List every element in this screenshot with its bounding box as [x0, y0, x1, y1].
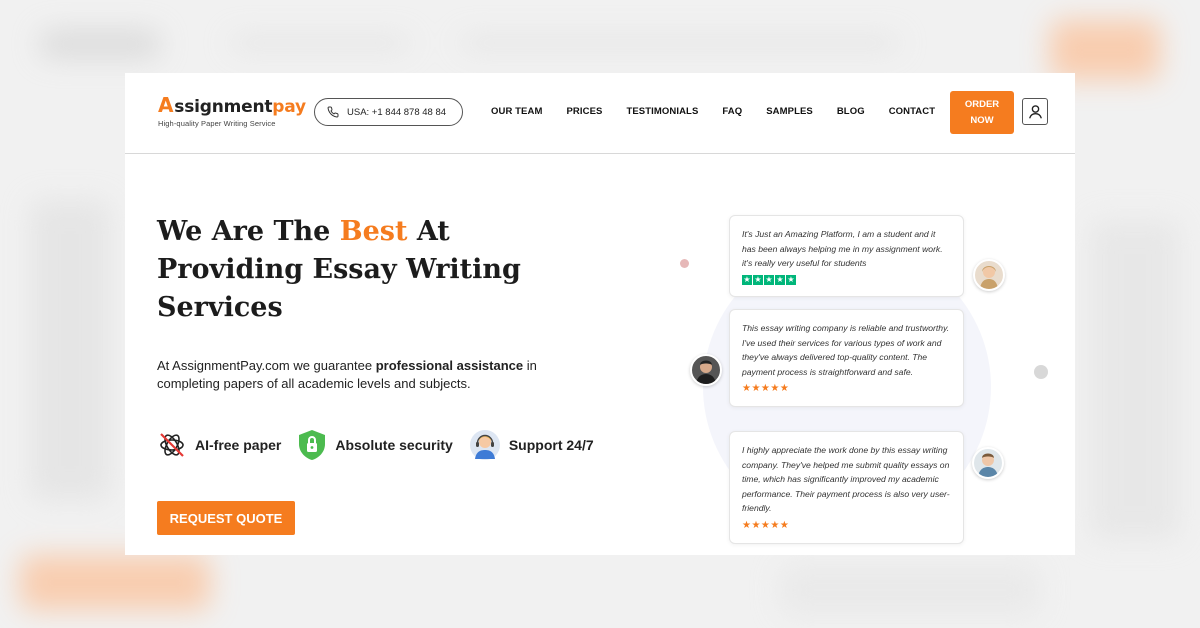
- star-icon: ★: [753, 274, 763, 285]
- decor-dot: [1034, 365, 1048, 379]
- hero-title-part1: We Are The: [157, 216, 340, 247]
- avatar: [690, 354, 722, 386]
- rating-stars: ★★★★★: [742, 519, 790, 531]
- star-icon: ★: [764, 274, 774, 285]
- main-nav: OUR TEAM PRICES TESTIMONIALS FAQ SAMPLES…: [491, 106, 935, 117]
- feature-support: Support 24/7: [469, 429, 594, 461]
- avatar: [973, 259, 1005, 291]
- nav-prices[interactable]: PRICES: [566, 106, 602, 117]
- feature-list: AI-free paper Absolute security Support …: [157, 429, 610, 461]
- feature-security: Absolute security: [297, 429, 453, 461]
- star-icon: ★: [786, 274, 796, 285]
- phone-icon: [327, 106, 339, 118]
- testimonial-card: It's Just an Amazing Platform, I am a st…: [729, 215, 964, 297]
- logo-text: ssignment: [174, 97, 273, 117]
- nav-blog[interactable]: BLOG: [837, 106, 865, 117]
- phone-number-text: USA: +1 844 878 48 84: [347, 106, 447, 118]
- nav-faq[interactable]: FAQ: [722, 106, 742, 117]
- nav-testimonials[interactable]: TESTIMONIALS: [626, 106, 698, 117]
- logo-wordmark: Assignment pay: [158, 93, 306, 117]
- decor-dot: [680, 259, 689, 268]
- nav-samples[interactable]: SAMPLES: [766, 106, 813, 117]
- hero-title-accent: Best: [339, 216, 408, 247]
- order-now-line1: ORDER: [964, 98, 1000, 110]
- avatar: [972, 447, 1004, 479]
- site-logo[interactable]: Assignment pay High-quality Paper Writing…: [158, 93, 306, 128]
- hero-desc-part1: At AssignmentPay.com we guarantee: [157, 358, 376, 373]
- support-agent-icon: [469, 430, 500, 460]
- testimonial-card: This essay writing company is reliable a…: [729, 309, 964, 407]
- star-icon: ★: [742, 274, 752, 285]
- user-account-button[interactable]: [1022, 98, 1048, 125]
- reviewer-photo: [978, 453, 998, 477]
- logo-text-pay: pay: [272, 97, 306, 117]
- order-now-line2: NOW: [970, 114, 994, 126]
- phone-number-link[interactable]: USA: +1 844 878 48 84: [314, 98, 463, 126]
- feature-label: Absolute security: [335, 437, 453, 453]
- request-quote-button[interactable]: REQUEST QUOTE: [157, 501, 295, 535]
- hero-description: At AssignmentPay.com we guarantee profes…: [157, 357, 537, 393]
- hero-title: We Are The Best At Providing Essay Writi…: [157, 213, 557, 327]
- logo-letter-a: A: [158, 93, 174, 117]
- order-now-button[interactable]: ORDER NOW: [950, 91, 1014, 134]
- testimonial-text: This essay writing company is reliable a…: [742, 323, 950, 377]
- feature-label: Support 24/7: [508, 437, 594, 453]
- feature-label: AI-free paper: [195, 437, 282, 453]
- shield-lock-icon: [299, 430, 326, 460]
- reviewer-photo: [696, 360, 716, 384]
- no-ai-icon: [160, 433, 184, 457]
- user-icon: [1028, 105, 1042, 119]
- nav-our-team[interactable]: OUR TEAM: [491, 106, 542, 117]
- star-icon: ★: [775, 274, 785, 285]
- hero-desc-bold: professional assistance: [375, 358, 524, 373]
- testimonial-text: It's Just an Amazing Platform, I am a st…: [742, 229, 943, 268]
- rating-stars: ★★★★★: [742, 383, 790, 394]
- testimonial-text: I highly appreciate the work done by thi…: [742, 445, 950, 513]
- feature-ai-free: AI-free paper: [157, 430, 281, 460]
- website-card: Assignment pay High-quality Paper Writing…: [125, 73, 1075, 555]
- testimonial-card: I highly appreciate the work done by thi…: [729, 431, 964, 544]
- rating-stars: ★★★★★: [742, 274, 951, 285]
- site-header: Assignment pay High-quality Paper Writing…: [125, 73, 1075, 154]
- nav-contact[interactable]: CONTACT: [889, 106, 935, 117]
- logo-tagline: High-quality Paper Writing Service: [158, 119, 276, 128]
- reviewer-photo: [980, 266, 998, 289]
